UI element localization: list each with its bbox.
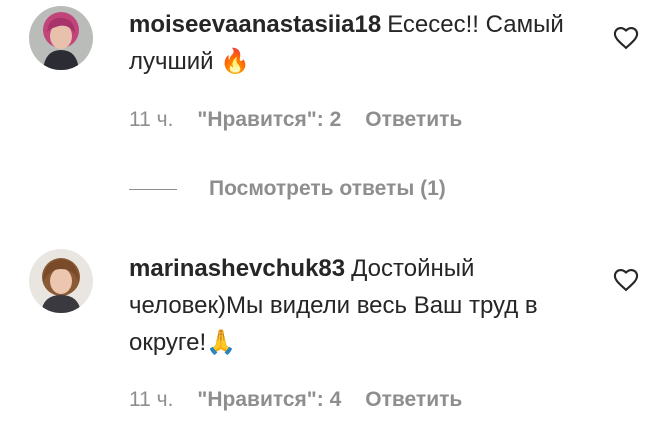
comment-likes[interactable]: "Нравится": 2 bbox=[197, 108, 341, 131]
comment-likes[interactable]: "Нравится": 4 bbox=[197, 388, 341, 411]
avatar[interactable] bbox=[29, 6, 93, 70]
fire-emoji-icon: 🔥 bbox=[220, 47, 251, 75]
reply-button[interactable]: Ответить bbox=[365, 108, 462, 131]
comment-body: moiseevaanastasiia18 Есесес!! Самый лучши… bbox=[129, 6, 599, 80]
user-avatar-icon bbox=[29, 249, 93, 313]
comment-meta: 11 ч. "Нравится": 4 Ответить bbox=[129, 388, 462, 412]
comment-meta: 11 ч. "Нравится": 2 Ответить bbox=[129, 108, 462, 132]
user-avatar-icon bbox=[29, 6, 93, 70]
view-replies-button[interactable]: Посмотреть ответы (1) bbox=[209, 177, 446, 201]
replies-divider bbox=[129, 188, 177, 190]
comment-username[interactable]: marinashevchuk83 bbox=[129, 255, 345, 282]
view-replies-row[interactable]: Посмотреть ответы (1) bbox=[129, 174, 446, 204]
heart-icon[interactable] bbox=[612, 24, 640, 52]
heart-icon[interactable] bbox=[612, 266, 640, 294]
avatar[interactable] bbox=[29, 249, 93, 313]
comment-body: marinashevchuk83 Достойный человек)Мы вид… bbox=[129, 250, 599, 361]
comment-username[interactable]: moiseevaanastasiia18 bbox=[129, 11, 381, 38]
pray-emoji-icon: 🙏 bbox=[206, 328, 237, 356]
comment-time: 11 ч. bbox=[129, 108, 174, 131]
reply-button[interactable]: Ответить bbox=[365, 388, 462, 411]
comment-time: 11 ч. bbox=[129, 388, 174, 411]
